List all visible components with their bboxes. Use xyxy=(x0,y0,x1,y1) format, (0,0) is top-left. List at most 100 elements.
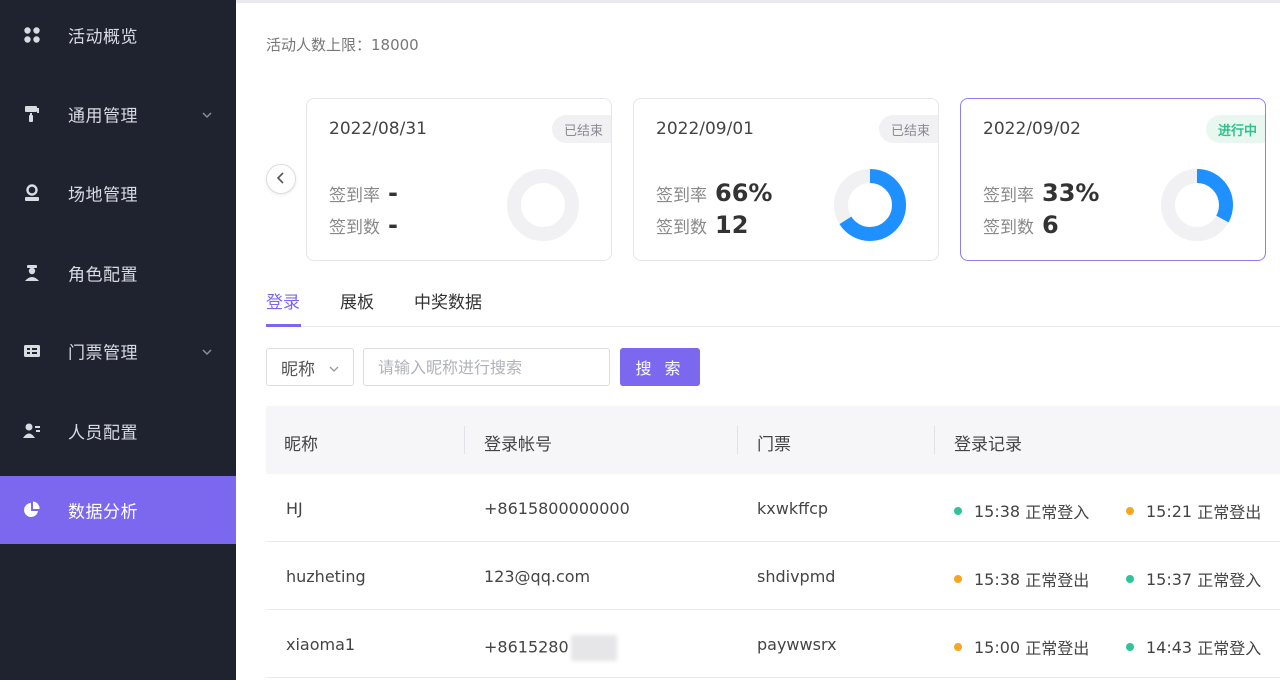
checkin-donut xyxy=(1161,169,1233,241)
checkin-rate-label: 签到率 xyxy=(983,186,1034,206)
cell-ticket: kxwkffcp xyxy=(757,499,829,518)
grid-icon xyxy=(22,25,42,45)
day-card-selected[interactable]: 2022/09/02 进行中 签到率 33% 签到数 6 xyxy=(960,98,1266,261)
card-date: 2022/09/02 xyxy=(983,119,1081,139)
record-time: 15:00 xyxy=(974,637,1021,657)
checkin-count-value: - xyxy=(388,211,398,239)
pie-chart-icon xyxy=(22,500,42,520)
carousel-prev-button[interactable] xyxy=(266,164,296,194)
record-event: 正常登出 xyxy=(1025,571,1090,590)
record-time: 14:43 xyxy=(1146,637,1193,657)
status-badge: 进行中 xyxy=(1205,115,1265,143)
card-date: 2022/09/01 xyxy=(656,119,754,139)
checkin-donut xyxy=(507,169,579,241)
sidebar-item-label: 通用管理 xyxy=(68,106,138,127)
login-record: 15:00 正常登出 xyxy=(954,635,1089,659)
record-event: 正常登入 xyxy=(1197,639,1262,658)
login-record: 15:38 正常登入 xyxy=(954,499,1089,523)
checkin-count-label: 签到数 xyxy=(983,218,1034,238)
sidebar-item-general[interactable]: 通用管理 xyxy=(0,80,236,148)
checkin-donut xyxy=(834,169,906,241)
paint-roller-icon xyxy=(22,104,42,124)
chevron-down-icon xyxy=(200,107,214,121)
table-header: 昵称 登录帐号 门票 登录记录 xyxy=(266,406,1280,474)
sidebar-item-staff[interactable]: 人员配置 xyxy=(0,397,236,465)
tab-login[interactable]: 登录 xyxy=(266,288,300,313)
column-divider xyxy=(737,426,738,454)
sidebar-item-venue[interactable]: 场地管理 xyxy=(0,159,236,227)
top-divider xyxy=(236,0,1280,3)
status-badge: 已结束 xyxy=(878,115,938,143)
sidebar-item-tickets[interactable]: 门票管理 xyxy=(0,317,236,385)
checkin-count-label: 签到数 xyxy=(329,218,380,238)
column-header-ticket: 门票 xyxy=(757,435,791,455)
login-dot-icon xyxy=(1126,575,1134,583)
redacted-blur xyxy=(570,635,617,661)
cell-nickname: HJ xyxy=(286,499,303,518)
column-divider xyxy=(934,426,935,454)
sidebar-item-analytics[interactable]: 数据分析 xyxy=(0,476,236,544)
chevron-left-icon xyxy=(275,170,287,189)
search-field-select[interactable]: 昵称 xyxy=(266,348,354,386)
sidebar-item-label: 活动概览 xyxy=(68,27,138,48)
checkin-rate-label: 签到率 xyxy=(656,186,707,206)
tab-bar: 登录 展板 中奖数据 xyxy=(266,284,1280,327)
chevron-down-icon xyxy=(327,361,341,375)
login-record: 15:37 正常登入 xyxy=(1126,567,1261,591)
checkin-count-label: 签到数 xyxy=(656,218,707,238)
record-event: 正常登出 xyxy=(1197,503,1262,522)
record-time: 15:38 xyxy=(974,501,1021,521)
column-header-account: 登录帐号 xyxy=(484,435,552,455)
account-text: +8615280 xyxy=(484,637,569,657)
cell-ticket: paywwsrx xyxy=(757,635,837,654)
checkin-count-value: 6 xyxy=(1042,211,1059,239)
table-row[interactable]: xiaoma1 +8615280 paywwsrx 15:00 正常登出 14:… xyxy=(266,610,1280,678)
cell-account: +8615280 xyxy=(484,635,617,661)
cell-nickname: xiaoma1 xyxy=(286,635,356,654)
login-record: 15:38 正常登出 xyxy=(954,567,1089,591)
cell-ticket: shdivpmd xyxy=(757,567,836,586)
login-record: 14:43 正常登入 xyxy=(1126,635,1261,659)
record-time: 15:37 xyxy=(1146,569,1193,589)
record-event: 正常登出 xyxy=(1025,639,1090,658)
table-row[interactable]: huzheting 123@qq.com shdivpmd 15:38 正常登出… xyxy=(266,542,1280,610)
record-time: 15:21 xyxy=(1146,501,1193,521)
attendee-limit: 活动人数上限：18000 xyxy=(266,36,419,54)
search-input[interactable] xyxy=(363,348,610,386)
tab-prize-data[interactable]: 中奖数据 xyxy=(414,288,482,313)
person-list-icon xyxy=(22,421,42,441)
tab-board[interactable]: 展板 xyxy=(340,288,374,313)
checkin-rate-value: - xyxy=(388,179,398,207)
search-field-value: 昵称 xyxy=(281,359,315,380)
cell-account: +8615800000000 xyxy=(484,499,630,518)
sidebar-item-label: 人员配置 xyxy=(68,423,138,444)
chevron-down-icon xyxy=(200,344,214,358)
card-date: 2022/08/31 xyxy=(329,119,427,139)
sidebar: 活动概览 通用管理 场地管理 角色配置 门票管理 人员配置 数据分析 xyxy=(0,0,236,680)
column-header-nickname: 昵称 xyxy=(284,435,318,455)
cell-account: 123@qq.com xyxy=(484,567,591,586)
record-time: 15:38 xyxy=(974,569,1021,589)
checkin-rate-value: 66% xyxy=(715,179,773,207)
sidebar-item-roles[interactable]: 角色配置 xyxy=(0,239,236,307)
location-user-icon xyxy=(22,183,42,203)
user-badge-icon xyxy=(22,263,42,283)
search-button[interactable]: 搜 索 xyxy=(620,348,700,386)
sidebar-item-label: 数据分析 xyxy=(68,502,138,523)
column-header-login-records: 登录记录 xyxy=(954,435,1022,455)
sidebar-item-label: 场地管理 xyxy=(68,185,138,206)
checkin-rate-label: 签到率 xyxy=(329,186,380,206)
ticket-icon xyxy=(22,341,42,361)
record-event: 正常登入 xyxy=(1025,503,1090,522)
table-row[interactable]: HJ +8615800000000 kxwkffcp 15:38 正常登入 15… xyxy=(266,474,1280,542)
day-card[interactable]: 2022/09/01 已结束 签到率 66% 签到数 12 xyxy=(633,98,939,261)
sidebar-item-overview[interactable]: 活动概览 xyxy=(0,1,236,69)
status-badge: 已结束 xyxy=(551,115,611,143)
login-record: 15:21 正常登出 xyxy=(1126,499,1261,523)
login-dot-icon xyxy=(1126,643,1134,651)
logout-dot-icon xyxy=(954,643,962,651)
login-dot-icon xyxy=(954,507,962,515)
day-card[interactable]: 2022/08/31 已结束 签到率 - 签到数 - xyxy=(306,98,612,261)
sidebar-item-label: 门票管理 xyxy=(68,343,138,364)
column-divider xyxy=(464,426,465,454)
